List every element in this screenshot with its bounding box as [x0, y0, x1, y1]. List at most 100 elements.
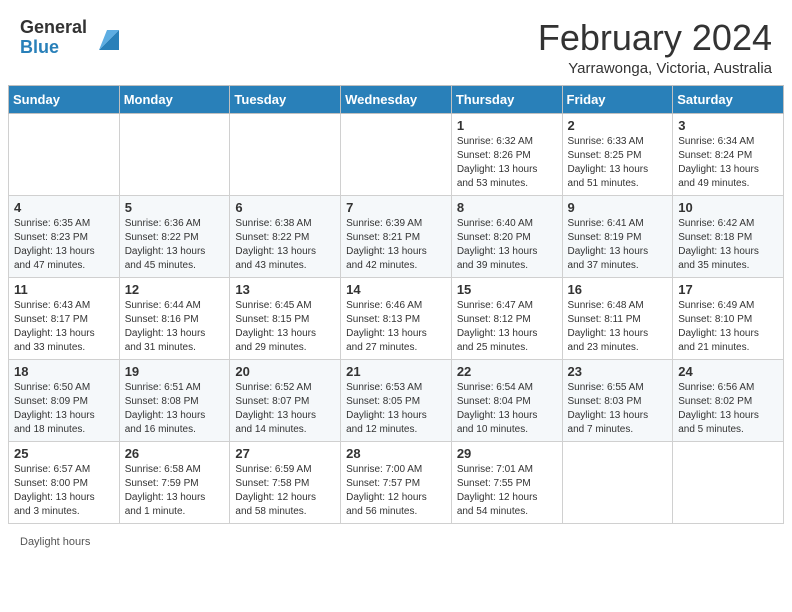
day-number: 27	[235, 446, 335, 461]
day-number: 5	[125, 200, 225, 215]
calendar-cell: 22Sunrise: 6:54 AM Sunset: 8:04 PM Dayli…	[451, 359, 562, 441]
logo-icon	[91, 22, 123, 54]
location: Yarrawonga, Victoria, Australia	[538, 60, 772, 77]
calendar-cell: 10 Sunrise: 6:42 AM Sunset: 8:18 PM Dayli…	[673, 195, 784, 277]
day-detail: Sunrise: 7:00 AM Sunset: 7:57 PM Dayligh…	[346, 463, 446, 519]
calendar-cell	[9, 113, 120, 195]
calendar-cell: 3 Sunrise: 6:34 AM Sunset: 8:24 PM Daylig…	[673, 113, 784, 195]
calendar-cell	[341, 113, 452, 195]
calendar-wrapper: SundayMondayTuesdayWednesdayThursdayFrid…	[0, 85, 792, 532]
day-number: 1	[457, 118, 557, 133]
day-number: 13	[235, 282, 335, 297]
day-number: 20	[235, 364, 335, 379]
day-detail: Sunrise: 6:50 AM Sunset: 8:09 PM Dayligh…	[14, 381, 114, 437]
weekday-header-sunday: Sunday	[9, 85, 120, 113]
calendar-cell: 21Sunrise: 6:53 AM Sunset: 8:05 PM Dayli…	[341, 359, 452, 441]
day-detail: Sunrise: 6:56 AM Sunset: 8:02 PM Dayligh…	[678, 381, 778, 437]
calendar-cell: 1 Sunrise: 6:32 AM Sunset: 8:26 PM Daylig…	[451, 113, 562, 195]
day-detail: Sunrise: 6:55 AM Sunset: 8:03 PM Dayligh…	[568, 381, 668, 437]
day-number: 24	[678, 364, 778, 379]
calendar-cell: 13 Sunrise: 6:45 AM Sunset: 8:15 PM Dayli…	[230, 277, 341, 359]
day-number: 6	[235, 200, 335, 215]
day-number: 8	[457, 200, 557, 215]
day-number: 25	[14, 446, 114, 461]
day-detail: Sunrise: 6:47 AM Sunset: 8:12 PM Dayligh…	[457, 299, 557, 355]
day-detail: Sunrise: 6:45 AM Sunset: 8:15 PM Dayligh…	[235, 299, 335, 355]
day-detail: Sunrise: 6:57 AM Sunset: 8:00 PM Dayligh…	[14, 463, 114, 519]
day-detail: Sunrise: 6:43 AM Sunset: 8:17 PM Dayligh…	[14, 299, 114, 355]
week-row-5: 25 Sunrise: 6:57 AM Sunset: 8:00 PM Dayli…	[9, 441, 784, 523]
month-title: February 2024	[538, 18, 772, 58]
day-number: 7	[346, 200, 446, 215]
calendar-cell: 18Sunrise: 6:50 AM Sunset: 8:09 PM Dayli…	[9, 359, 120, 441]
weekday-header-thursday: Thursday	[451, 85, 562, 113]
calendar-cell: 9Sunrise: 6:41 AM Sunset: 8:19 PM Daylig…	[562, 195, 673, 277]
day-detail: Sunrise: 6:35 AM Sunset: 8:23 PM Dayligh…	[14, 217, 114, 273]
day-detail: Sunrise: 6:39 AM Sunset: 8:21 PM Dayligh…	[346, 217, 446, 273]
day-number: 3	[678, 118, 778, 133]
weekday-header-wednesday: Wednesday	[341, 85, 452, 113]
week-row-3: 11 Sunrise: 6:43 AM Sunset: 8:17 PM Dayli…	[9, 277, 784, 359]
day-detail: Sunrise: 7:01 AM Sunset: 7:55 PM Dayligh…	[457, 463, 557, 519]
day-number: 14	[346, 282, 446, 297]
calendar-cell: 19 Sunrise: 6:51 AM Sunset: 8:08 PM Dayli…	[119, 359, 230, 441]
day-number: 11	[14, 282, 114, 297]
calendar-cell: 2 Sunrise: 6:33 AM Sunset: 8:25 PM Daylig…	[562, 113, 673, 195]
calendar-cell: 29 Sunrise: 7:01 AM Sunset: 7:55 PM Dayli…	[451, 441, 562, 523]
calendar-cell: 25 Sunrise: 6:57 AM Sunset: 8:00 PM Dayli…	[9, 441, 120, 523]
calendar-cell: 28 Sunrise: 7:00 AM Sunset: 7:57 PM Dayli…	[341, 441, 452, 523]
calendar-cell	[230, 113, 341, 195]
logo-text: General Blue	[20, 18, 87, 58]
calendar-cell: 5 Sunrise: 6:36 AM Sunset: 8:22 PM Daylig…	[119, 195, 230, 277]
day-number: 12	[125, 282, 225, 297]
calendar-cell: 20Sunrise: 6:52 AM Sunset: 8:07 PM Dayli…	[230, 359, 341, 441]
day-detail: Sunrise: 6:38 AM Sunset: 8:22 PM Dayligh…	[235, 217, 335, 273]
day-detail: Sunrise: 6:51 AM Sunset: 8:08 PM Dayligh…	[125, 381, 225, 437]
calendar-cell: 24 Sunrise: 6:56 AM Sunset: 8:02 PM Dayli…	[673, 359, 784, 441]
day-number: 28	[346, 446, 446, 461]
week-row-2: 4 Sunrise: 6:35 AM Sunset: 8:23 PM Daylig…	[9, 195, 784, 277]
calendar-cell: 16Sunrise: 6:48 AM Sunset: 8:11 PM Dayli…	[562, 277, 673, 359]
day-number: 19	[125, 364, 225, 379]
day-detail: Sunrise: 6:46 AM Sunset: 8:13 PM Dayligh…	[346, 299, 446, 355]
calendar-cell: 7 Sunrise: 6:39 AM Sunset: 8:21 PM Daylig…	[341, 195, 452, 277]
weekday-header-monday: Monday	[119, 85, 230, 113]
logo: General Blue	[20, 18, 123, 58]
calendar-cell: 23 Sunrise: 6:55 AM Sunset: 8:03 PM Dayli…	[562, 359, 673, 441]
calendar-header: SundayMondayTuesdayWednesdayThursdayFrid…	[9, 85, 784, 113]
weekday-row: SundayMondayTuesdayWednesdayThursdayFrid…	[9, 85, 784, 113]
calendar-cell: 8Sunrise: 6:40 AM Sunset: 8:20 PM Daylig…	[451, 195, 562, 277]
weekday-header-friday: Friday	[562, 85, 673, 113]
day-detail: Sunrise: 6:33 AM Sunset: 8:25 PM Dayligh…	[568, 135, 668, 191]
day-detail: Sunrise: 6:42 AM Sunset: 8:18 PM Dayligh…	[678, 217, 778, 273]
day-detail: Sunrise: 6:53 AM Sunset: 8:05 PM Dayligh…	[346, 381, 446, 437]
title-area: February 2024 Yarrawonga, Victoria, Aust…	[538, 18, 772, 77]
day-detail: Sunrise: 6:36 AM Sunset: 8:22 PM Dayligh…	[125, 217, 225, 273]
day-number: 26	[125, 446, 225, 461]
day-detail: Sunrise: 6:49 AM Sunset: 8:10 PM Dayligh…	[678, 299, 778, 355]
day-detail: Sunrise: 6:34 AM Sunset: 8:24 PM Dayligh…	[678, 135, 778, 191]
calendar-cell: 11 Sunrise: 6:43 AM Sunset: 8:17 PM Dayli…	[9, 277, 120, 359]
week-row-1: 1 Sunrise: 6:32 AM Sunset: 8:26 PM Daylig…	[9, 113, 784, 195]
day-detail: Sunrise: 6:54 AM Sunset: 8:04 PM Dayligh…	[457, 381, 557, 437]
calendar-cell: 4 Sunrise: 6:35 AM Sunset: 8:23 PM Daylig…	[9, 195, 120, 277]
day-number: 23	[568, 364, 668, 379]
weekday-header-saturday: Saturday	[673, 85, 784, 113]
calendar-cell: 6 Sunrise: 6:38 AM Sunset: 8:22 PM Daylig…	[230, 195, 341, 277]
day-detail: Sunrise: 6:44 AM Sunset: 8:16 PM Dayligh…	[125, 299, 225, 355]
day-detail: Sunrise: 6:32 AM Sunset: 8:26 PM Dayligh…	[457, 135, 557, 191]
day-detail: Sunrise: 6:41 AM Sunset: 8:19 PM Dayligh…	[568, 217, 668, 273]
calendar-cell: 12 Sunrise: 6:44 AM Sunset: 8:16 PM Dayli…	[119, 277, 230, 359]
calendar-cell: 27Sunrise: 6:59 AM Sunset: 7:58 PM Dayli…	[230, 441, 341, 523]
calendar-cell: 14 Sunrise: 6:46 AM Sunset: 8:13 PM Dayli…	[341, 277, 452, 359]
calendar-table: SundayMondayTuesdayWednesdayThursdayFrid…	[8, 85, 784, 524]
day-number: 2	[568, 118, 668, 133]
day-number: 29	[457, 446, 557, 461]
day-number: 10	[678, 200, 778, 215]
page-header: General Blue February 2024 Yarrawonga, V…	[0, 0, 792, 85]
calendar-cell	[673, 441, 784, 523]
day-number: 4	[14, 200, 114, 215]
day-number: 16	[568, 282, 668, 297]
logo-general: General	[20, 18, 87, 38]
day-detail: Sunrise: 6:58 AM Sunset: 7:59 PM Dayligh…	[125, 463, 225, 519]
